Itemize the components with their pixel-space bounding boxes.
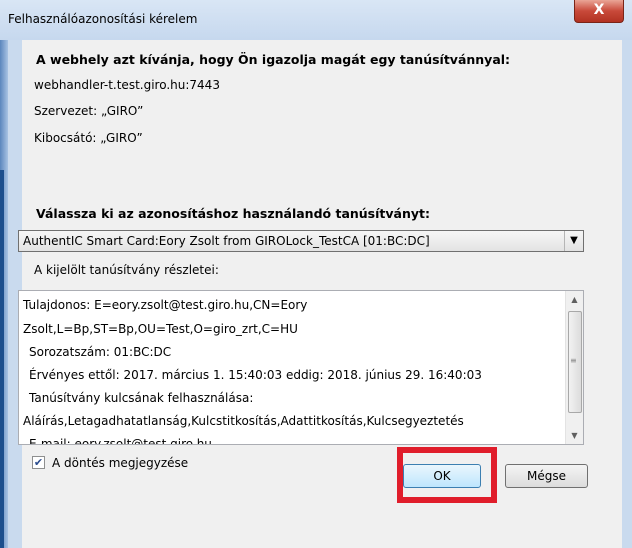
details-line: Aláírás,Letagadhatatlanság,Kulcstitkosít… (23, 414, 464, 428)
title-bar[interactable]: Felhasználóazonosítási kérelem X (0, 0, 632, 40)
window-frame-left (0, 0, 8, 548)
request-host: webhandler-t.test.giro.hu:7443 (34, 78, 220, 92)
certificate-select[interactable]: AuthentIC Smart Card:Eory Zsolt from GIR… (18, 230, 584, 252)
close-button[interactable]: X (574, 0, 624, 23)
details-line: Tanúsítvány kulcsának felhasználása: (29, 391, 254, 405)
dialog-window: Felhasználóazonosítási kérelem X A webhe… (0, 0, 632, 548)
cancel-button[interactable]: Mégse (505, 464, 588, 488)
close-icon: X (593, 2, 605, 18)
chevron-down-icon[interactable]: ▼ (564, 231, 583, 251)
window-title: Felhasználóazonosítási kérelem (8, 12, 198, 26)
request-issuer: Kibocsátó: „GIRO” (34, 131, 143, 145)
remember-checkbox[interactable]: ✔ (32, 456, 45, 469)
request-heading: A webhely azt kívánja, hogy Ön igazolja … (36, 52, 511, 67)
certificate-details-box[interactable]: Tulajdonos: E=eory.zsolt@test.giro.hu,CN… (18, 290, 584, 445)
details-line: Érvényes ettől: 2017. március 1. 15:40:0… (29, 368, 482, 382)
certificate-heading: Válassza ki az azonosításhoz használandó… (36, 206, 430, 221)
grip-icon: ≡ (570, 356, 577, 365)
details-line: E-mail: eory.zsolt@test.giro.hu (29, 437, 212, 445)
request-organization: Szervezet: „GIRO” (34, 104, 144, 118)
details-line: Tulajdonos: E=eory.zsolt@test.giro.hu,CN… (23, 298, 308, 312)
scroll-up-icon[interactable]: ▲ (566, 291, 583, 308)
scroll-down-icon[interactable]: ▼ (566, 427, 583, 444)
ok-highlight-box (397, 447, 497, 503)
details-line: Zsolt,L=Bp,ST=Bp,OU=Test,O=giro_zrt,C=HU (23, 322, 298, 336)
details-scrollbar[interactable]: ▲ ≡ ▼ (565, 291, 583, 444)
certificate-select-value: AuthentIC Smart Card:Eory Zsolt from GIR… (23, 234, 430, 248)
checkmark-icon: ✔ (33, 456, 44, 469)
details-line: Sorozatszám: 01:BC:DC (29, 345, 172, 359)
details-label: A kijelölt tanúsítvány részletei: (34, 263, 219, 277)
remember-label: A döntés megjegyzése (52, 456, 189, 470)
